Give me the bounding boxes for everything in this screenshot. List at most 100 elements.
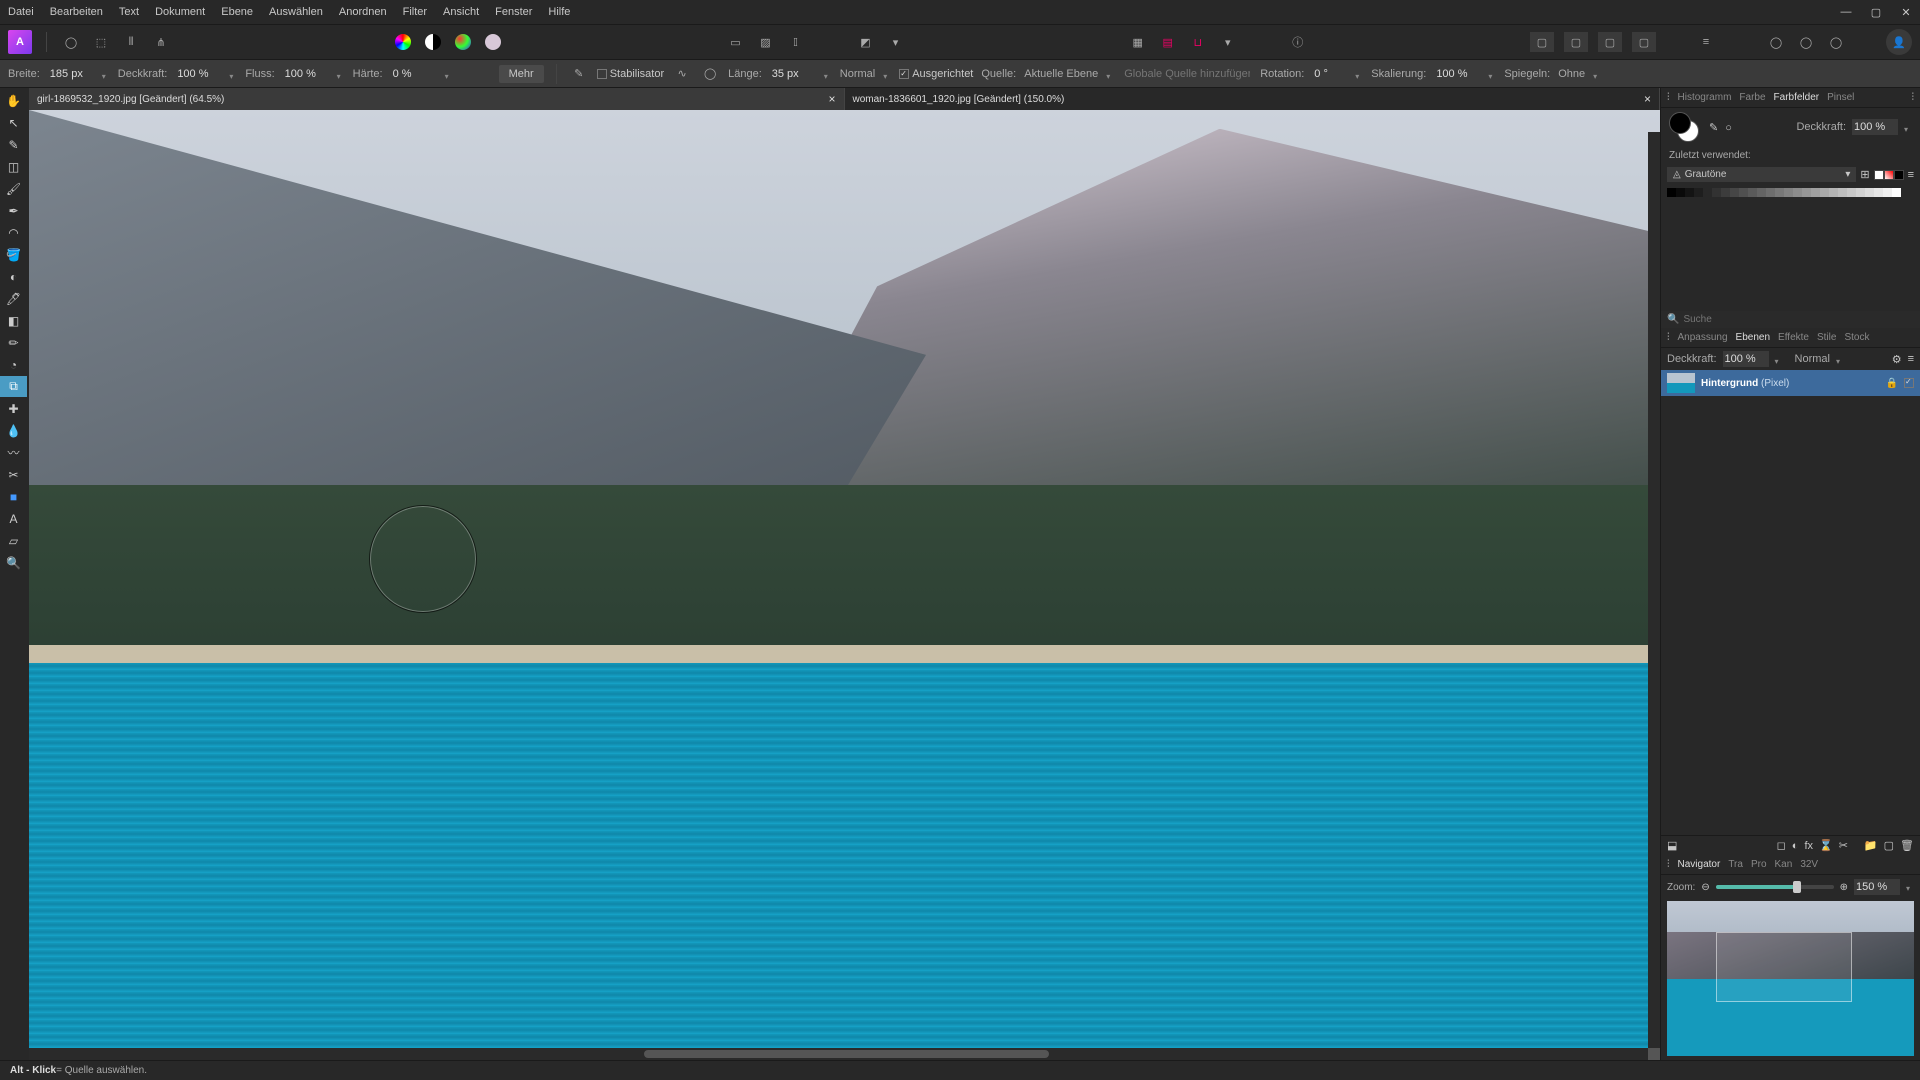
layer-lock-icon[interactable]: 🔒 [1886,378,1898,389]
persona-develop-icon[interactable]: ⫴ [121,32,141,52]
layer-merge-icon[interactable]: ⬓ [1667,839,1677,852]
menu-filter[interactable]: Filter [403,6,427,18]
dropdown-snap-icon[interactable]: ▾ [1218,32,1238,52]
width-input[interactable] [48,66,94,82]
marquee-cross-icon[interactable]: ▨ [756,32,776,52]
blend-select[interactable]: Normal [840,68,875,80]
more-button[interactable]: Mehr [499,65,544,83]
tab-effects[interactable]: Effekte [1778,332,1809,343]
pressure-icon[interactable]: ✎ [569,64,589,84]
user-account-icon[interactable]: 👤 [1886,29,1912,55]
brush-tool-icon[interactable]: 🖊 [0,288,27,309]
scale-drop-icon[interactable] [1488,70,1496,78]
color-wheel-icon[interactable] [393,32,413,52]
layer-folder-icon[interactable]: 📁 [1864,839,1878,852]
panel-burger-icon[interactable]: ⫶ [1667,92,1670,103]
persona-export-icon[interactable]: ⋔ [151,32,171,52]
menu-document[interactable]: Dokument [155,6,205,18]
grid-icon[interactable]: ▦ [1128,32,1148,52]
text-tool-icon[interactable]: A [0,508,27,529]
tab-pro[interactable]: Pro [1751,859,1767,870]
healing-tool-icon[interactable]: ✚ [0,398,27,419]
horizontal-scrollbar[interactable] [29,1048,1648,1060]
layer-gear-icon[interactable]: ⚙ [1892,353,1902,366]
move-tool-icon[interactable]: ↖ [0,112,27,133]
tab-styles[interactable]: Stile [1817,332,1836,343]
zoom-input[interactable] [1854,879,1900,895]
layer-row[interactable]: Hintergrund (Pixel) 🔒 [1661,370,1920,396]
circle-a-icon[interactable]: ◯ [1766,32,1786,52]
box-d-icon[interactable]: ▢ [1632,32,1656,52]
snap-toggle-icon[interactable]: ▤ [1158,32,1178,52]
perspective-tool-icon[interactable]: ▱ [0,530,27,551]
mirror-value[interactable]: Ohne [1558,68,1585,80]
box-a-icon[interactable]: ▢ [1530,32,1554,52]
circle-c-icon[interactable]: ◯ [1826,32,1846,52]
menu-view[interactable]: Ansicht [443,6,479,18]
maximize-icon[interactable]: ▢ [1870,6,1882,18]
erase-tool-icon[interactable]: ◧ [0,310,27,331]
swatch-type-select[interactable]: ◬ Grautöne ▾ [1667,167,1856,182]
persona-photo-icon[interactable]: ◯ [61,32,81,52]
rotation-input[interactable] [1312,66,1347,82]
width-drop-icon[interactable] [102,70,110,78]
tab-kan[interactable]: Kan [1775,859,1793,870]
swatch-opacity-input[interactable] [1852,119,1898,135]
stab-mode-b-icon[interactable]: ◯ [700,64,720,84]
tab-32v[interactable]: 32V [1800,859,1818,870]
layer-fx-icon[interactable]: fx [1804,840,1813,852]
tab-swatches[interactable]: Farbfelder [1774,92,1820,103]
mirror-drop-icon[interactable] [1593,70,1601,78]
scale-input[interactable] [1434,66,1480,82]
length-input[interactable] [770,66,816,82]
menu-text[interactable]: Text [119,6,139,18]
zoom-slider[interactable] [1716,885,1834,889]
menu-edit[interactable]: Bearbeiten [50,6,103,18]
lasso-tool-icon[interactable]: ◠ [0,222,27,243]
vertical-scrollbar[interactable] [1648,132,1660,1048]
flow-input[interactable] [283,66,329,82]
circle-b-icon[interactable]: ◯ [1796,32,1816,52]
swatch-grid[interactable] [1661,184,1920,201]
persona-liquify-icon[interactable]: ⬚ [91,32,111,52]
global-source-input[interactable] [1122,66,1252,82]
layer-live-icon[interactable]: ⌛ [1819,839,1833,852]
swatch-menu-icon[interactable]: ≡ [1908,169,1914,181]
align-icon[interactable]: ≡ [1696,32,1716,52]
tab-brushes[interactable]: Pinsel [1827,92,1854,103]
zoom-in-icon[interactable]: ⊕ [1840,882,1848,893]
selection-brush-tool-icon[interactable]: 🖌 [0,178,27,199]
gradient-tool-icon[interactable]: ◐ [0,266,27,287]
marquee-icon[interactable]: ▭ [726,32,746,52]
retouch-tool-icon[interactable]: ✂ [0,464,27,485]
tab-close-icon[interactable]: × [828,92,835,106]
tab-navigator[interactable]: Navigator [1678,859,1721,870]
tab-color[interactable]: Farbe [1739,92,1765,103]
color-bw-icon[interactable] [423,32,443,52]
tab-close-icon[interactable]: × [1644,92,1651,106]
menu-window[interactable]: Fenster [495,6,532,18]
hardness-drop-icon[interactable] [445,70,453,78]
opacity-input[interactable] [175,66,221,82]
blend-drop-icon[interactable] [883,70,891,78]
menu-layer[interactable]: Ebene [221,6,253,18]
hardness-input[interactable] [391,66,437,82]
layer-delete-icon[interactable]: 🗑 [1900,839,1914,852]
zoom-out-icon[interactable]: ⊖ [1701,882,1709,893]
menu-select[interactable]: Auswählen [269,6,323,18]
panel-more-icon[interactable]: ⫶ [1912,92,1915,103]
box-c-icon[interactable]: ▢ [1598,32,1622,52]
tab-adjust[interactable]: Anpassung [1678,332,1728,343]
zoom-drop-icon[interactable] [1906,883,1914,891]
source-drop-icon[interactable] [1106,70,1114,78]
tab-histogram[interactable]: Histogramm [1678,92,1732,103]
source-value[interactable]: Aktuelle Ebene [1024,68,1098,80]
tab-layers[interactable]: Ebenen [1736,332,1770,343]
color-soft-icon[interactable] [483,32,503,52]
layer-blend-drop-icon[interactable] [1836,355,1844,363]
pencil-tool-icon[interactable]: ✏ [0,332,27,353]
dropdown-small-icon[interactable]: ▾ [886,32,906,52]
rotation-drop-icon[interactable] [1355,70,1363,78]
swatch-opacity-drop-icon[interactable] [1904,123,1912,131]
minimize-icon[interactable]: — [1840,6,1852,18]
